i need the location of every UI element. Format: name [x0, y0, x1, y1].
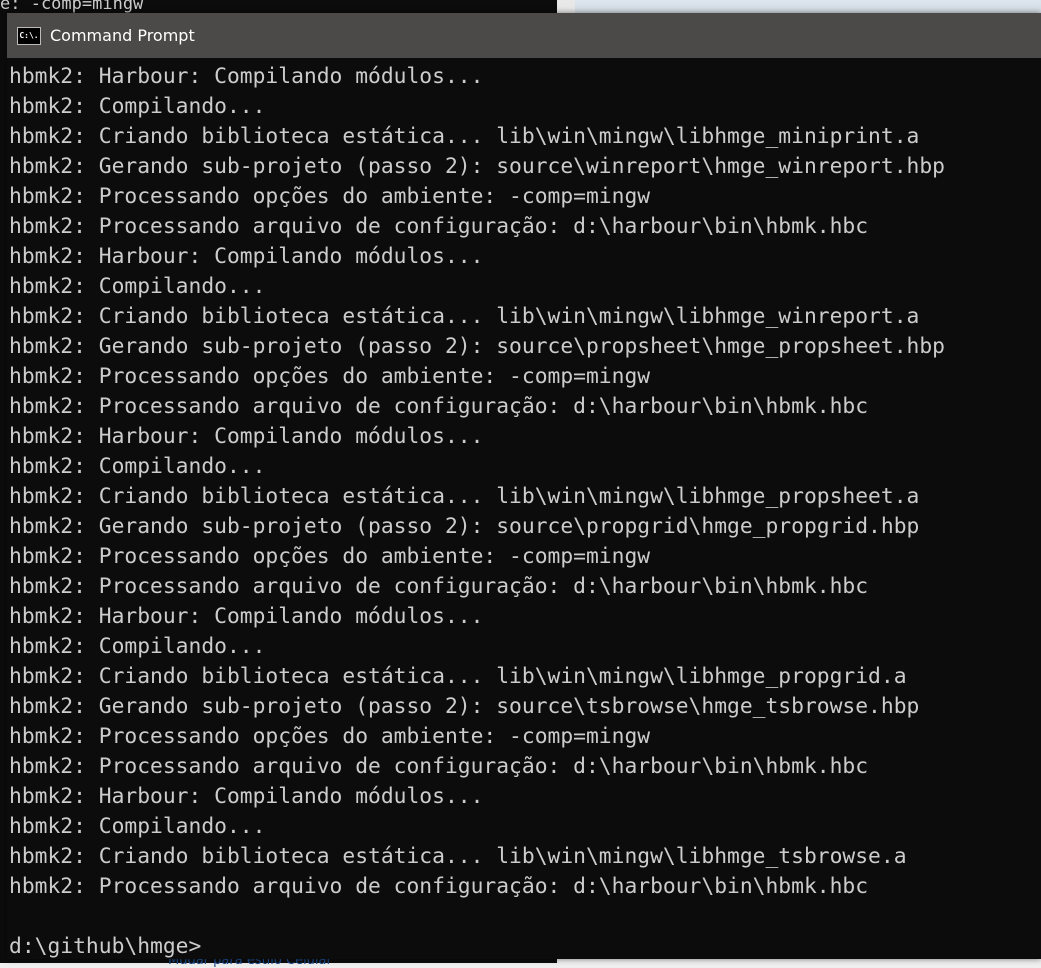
console-line: hbmk2: Gerando sub-projeto (passo 2): so…: [9, 694, 920, 719]
background-scrollbar[interactable]: [557, 0, 575, 13]
console-line: hbmk2: Processando opções do ambiente: -…: [9, 724, 651, 749]
console-line: hbmk2: Processando arquivo de configuraç…: [9, 574, 869, 599]
console-line: hbmk2: Criando biblioteca estática... li…: [9, 304, 920, 329]
console-line: hbmk2: Criando biblioteca estática... li…: [9, 664, 907, 689]
console-line: hbmk2: Processando opções do ambiente: -…: [9, 184, 651, 209]
command-prompt-line: d:\github\hmge>: [9, 934, 202, 959]
console-output[interactable]: hbmk2: Harbour: Compilando módulos... hbm…: [7, 58, 1041, 962]
console-line: hbmk2: Criando biblioteca estática... li…: [9, 844, 907, 869]
console-line: hbmk2: Compilando...: [9, 634, 266, 659]
console-line: hbmk2: Processando arquivo de configuraç…: [9, 394, 869, 419]
console-line: hbmk2: Processando opções do ambiente: -…: [9, 544, 651, 569]
console-line: hbmk2: Compilando...: [9, 274, 266, 299]
console-line: hbmk2: Criando biblioteca estática... li…: [9, 124, 920, 149]
console-line: hbmk2: Harbour: Compilando módulos...: [9, 604, 484, 629]
cmd-icon: C:\.: [17, 26, 41, 45]
console-line: hbmk2: Compilando...: [9, 814, 266, 839]
background-console-text: e: -comp=mingw: [0, 0, 144, 14]
console-line: hbmk2: Processando arquivo de configuraç…: [9, 754, 869, 779]
console-line: hbmk2: Harbour: Compilando módulos...: [9, 424, 484, 449]
console-line: hbmk2: Compilando...: [9, 94, 266, 119]
console-line: hbmk2: Gerando sub-projeto (passo 2): so…: [9, 154, 945, 179]
console-line: hbmk2: Harbour: Compilando módulos...: [9, 244, 484, 269]
console-line: hbmk2: Gerando sub-projeto (passo 2): so…: [9, 514, 920, 539]
background-window: [557, 0, 1041, 13]
console-line: hbmk2: Harbour: Compilando módulos...: [9, 784, 484, 809]
console-line: hbmk2: Compilando...: [9, 454, 266, 479]
title-bar[interactable]: C:\. Command Prompt: [7, 13, 1041, 58]
console-line: hbmk2: Criando biblioteca estática... li…: [9, 484, 920, 509]
console-line: hbmk2: Processando arquivo de configuraç…: [9, 874, 869, 899]
console-line: hbmk2: Gerando sub-projeto (passo 2): so…: [9, 334, 945, 359]
console-line: hbmk2: Harbour: Compilando módulos...: [9, 64, 484, 89]
console-line: hbmk2: Processando arquivo de configuraç…: [9, 214, 869, 239]
command-prompt-window[interactable]: C:\. Command Prompt hbmk2: Harbour: Comp…: [7, 13, 1041, 959]
window-title: Command Prompt: [50, 26, 195, 45]
console-line: hbmk2: Processando opções do ambiente: -…: [9, 364, 651, 389]
